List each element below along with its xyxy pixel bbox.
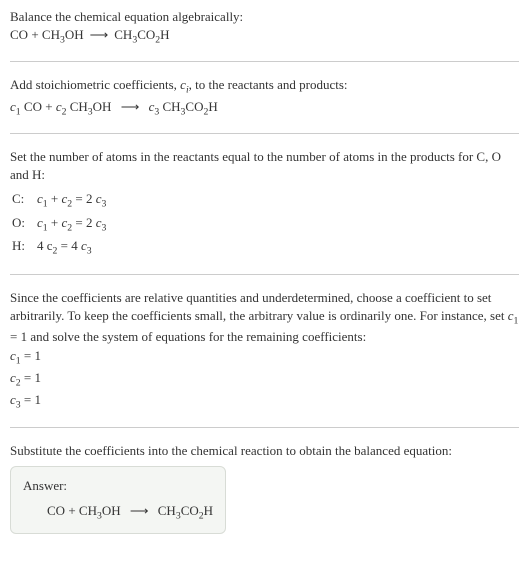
element-label: O: <box>12 214 35 235</box>
coefficient-solutions: c1 = 1 c2 = 1 c3 = 1 <box>10 347 519 413</box>
answer-box: Answer: CO + CH3OH ⟶ CH3CO2H <box>10 466 226 533</box>
product-1: CH3CO2H <box>114 27 169 42</box>
section-atom-balance: Set the number of atoms in the reactants… <box>10 148 519 275</box>
reactant-2: CH3OH <box>79 503 124 518</box>
section-prompt: Balance the chemical equation algebraica… <box>10 8 519 62</box>
balance-eq: c1 + c2 = 2 c3 <box>37 190 112 211</box>
table-row: C: c1 + c2 = 2 c3 <box>12 190 112 211</box>
section-answer: Substitute the coefficients into the che… <box>10 442 519 548</box>
balance-eq: c1 + c2 = 2 c3 <box>37 214 112 235</box>
section-add-coeffs: Add stoichiometric coefficients, ci, to … <box>10 76 519 133</box>
reactant-1: CO <box>10 27 28 42</box>
plus: + <box>28 27 42 42</box>
section-solve: Since the coefficients are relative quan… <box>10 289 519 428</box>
balance-eq: 4 c2 = 4 c3 <box>37 237 112 258</box>
answer-intro: Substitute the coefficients into the che… <box>10 442 519 460</box>
reactant-2: CH3OH <box>42 27 84 42</box>
solve-text: Since the coefficients are relative quan… <box>10 289 519 347</box>
prompt-title: Balance the chemical equation algebraica… <box>10 8 519 26</box>
reaction-arrow: ⟶ <box>121 98 140 116</box>
answer-equation: CO + CH3OH ⟶ CH3CO2H <box>23 502 213 523</box>
coeff-solution: c2 = 1 <box>10 369 519 390</box>
coeff-equation: c1 CO + c2 CH3OH ⟶ c3 CH3CO2H <box>10 98 519 119</box>
reactant-1: CO <box>47 503 65 518</box>
table-row: H: 4 c2 = 4 c3 <box>12 237 112 258</box>
add-coeffs-title: Add stoichiometric coefficients, ci, to … <box>10 76 519 97</box>
coeff-solution: c1 = 1 <box>10 347 519 368</box>
atom-balance-title: Set the number of atoms in the reactants… <box>10 148 519 184</box>
coeff-solution: c3 = 1 <box>10 391 519 412</box>
element-label: C: <box>12 190 35 211</box>
reaction-arrow: ⟶ <box>90 26 109 44</box>
prompt-equation: CO + CH3OH ⟶ CH3CO2H <box>10 26 519 47</box>
element-label: H: <box>12 237 35 258</box>
answer-label: Answer: <box>23 477 213 495</box>
product-1: CH3CO2H <box>155 503 214 518</box>
reaction-arrow: ⟶ <box>130 502 149 520</box>
table-row: O: c1 + c2 = 2 c3 <box>12 214 112 235</box>
balance-equations: C: c1 + c2 = 2 c3 O: c1 + c2 = 2 c3 H: 4… <box>10 188 114 260</box>
